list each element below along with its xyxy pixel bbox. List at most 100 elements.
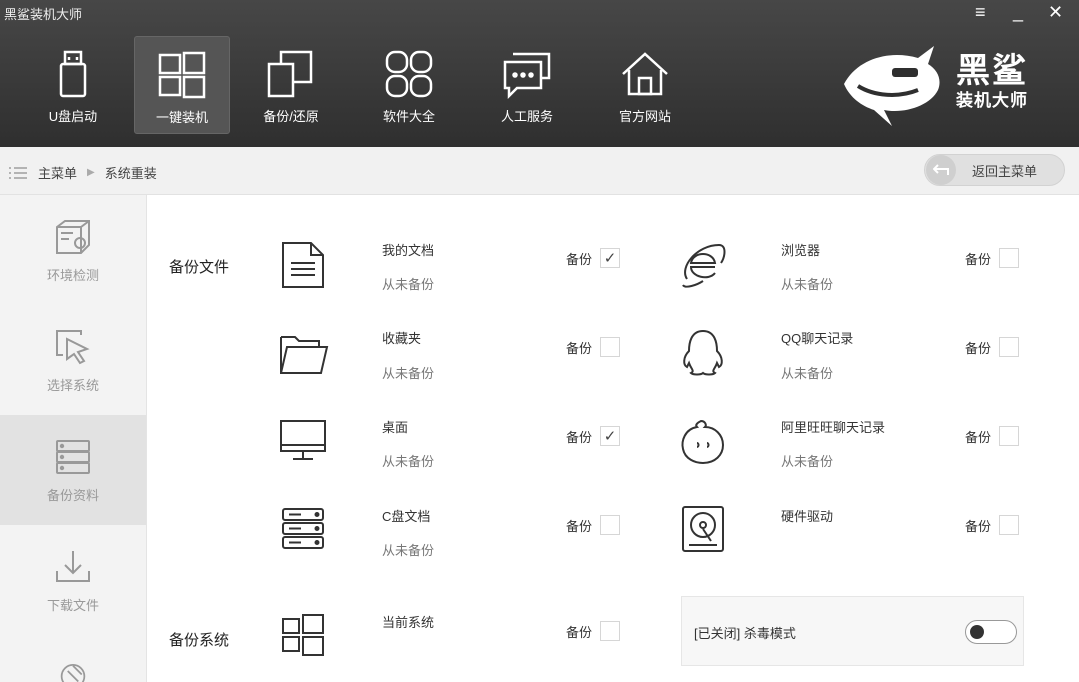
- backup-checkbox-desktop[interactable]: ✓: [600, 426, 621, 446]
- backup-label: 备份: [566, 624, 593, 640]
- home-icon: [622, 52, 668, 96]
- backup-option-favorites: 备份: [566, 337, 621, 357]
- item-status: 从未备份: [382, 366, 435, 381]
- item-name-my-documents: 我的文档: [382, 243, 435, 258]
- install-icon: [60, 664, 86, 682]
- backup-option-browser: 备份: [965, 248, 1020, 268]
- item-status: 从未备份: [781, 366, 834, 381]
- backup-checkbox-qq-chat[interactable]: [999, 337, 1020, 357]
- sidebar-item-select-system[interactable]: 选择系统: [0, 305, 146, 415]
- sidebar-item-install[interactable]: [0, 635, 146, 682]
- hard-disk-icon: [682, 506, 724, 552]
- nav-label: 备份/还原: [263, 109, 319, 124]
- sidebar-item-download-files[interactable]: 下载文件: [0, 525, 146, 635]
- backup-option-desktop: 备份 ✓: [566, 426, 621, 446]
- sidebar-label: 选择系统: [46, 378, 99, 393]
- shark-logo-icon: [844, 46, 940, 126]
- minimize-button[interactable]: _: [1013, 2, 1023, 23]
- server-stack-icon: [56, 440, 90, 474]
- backup-label: 备份: [965, 429, 992, 445]
- antivirus-mode-label: [已关闭] 杀毒模式: [694, 626, 796, 641]
- nav-label: 人工服务: [500, 109, 553, 124]
- back-button-label: 返回主菜单: [972, 163, 1038, 179]
- sidebar-item-environment-check[interactable]: 环境检测: [0, 195, 146, 305]
- item-name-qq-chat: QQ聊天记录: [781, 331, 854, 346]
- qq-penguin-icon: [683, 329, 723, 376]
- environment-check-icon: [56, 220, 90, 254]
- item-status: 从未备份: [382, 543, 435, 558]
- main-nav: U盘启动 一键装机 备份/还原 软件大全 人工服务 官方网站: [14, 36, 704, 134]
- backup-checkbox-current-system[interactable]: [600, 621, 621, 641]
- back-to-main-button[interactable]: 返回主菜单: [924, 154, 1065, 186]
- item-name-favorites: 收藏夹: [382, 331, 422, 346]
- nav-one-click-install[interactable]: 一键装机: [134, 36, 230, 134]
- backup-option-hardware-drivers: 备份: [965, 515, 1020, 535]
- top-header: 黑鲨装机大师 ≡ _ ✕ U盘启动 一键装机 备份/还原 软件大全 人工服务 官…: [0, 0, 1079, 147]
- backup-option-c-drive-docs: 备份: [566, 515, 621, 535]
- document-icon: [282, 242, 324, 288]
- item-name-browser: 浏览器: [781, 243, 821, 258]
- windows-icon: [282, 614, 324, 656]
- antivirus-mode-toggle[interactable]: [965, 620, 1017, 644]
- backup-label: 备份: [965, 340, 992, 356]
- item-status: 从未备份: [781, 277, 834, 292]
- nav-backup-restore[interactable]: 备份/还原: [232, 36, 350, 134]
- antivirus-mode-panel: [已关闭] 杀毒模式: [681, 596, 1024, 666]
- brand-text: 黑鲨 装机大师: [956, 52, 1028, 112]
- breadcrumb-current: 系统重装: [104, 166, 157, 181]
- backup-checkbox-c-drive-docs[interactable]: [600, 515, 621, 535]
- breadcrumb-arrow-icon: ▶: [87, 167, 95, 178]
- backup-label: 备份: [566, 340, 593, 356]
- brand-logo: 黑鲨 装机大师: [838, 40, 1048, 130]
- backup-checkbox-hardware-drivers[interactable]: [999, 515, 1020, 535]
- backup-checkbox-my-documents[interactable]: ✓: [600, 248, 621, 268]
- backup-checkbox-browser[interactable]: [999, 248, 1020, 268]
- aliwangwang-icon: [681, 419, 725, 465]
- apps-grid-icon: [385, 50, 433, 98]
- item-status: 从未备份: [781, 454, 834, 469]
- usb-drive-icon: [59, 50, 87, 98]
- folder-icon: [280, 336, 329, 374]
- nav-software[interactable]: 软件大全: [350, 36, 468, 134]
- backup-checkbox-aliwangwang-chat[interactable]: [999, 426, 1020, 446]
- item-name-c-drive-docs: C盘文档: [382, 509, 431, 524]
- backup-files-section-label: 备份文件: [169, 259, 230, 276]
- backup-option-qq-chat: 备份: [965, 337, 1020, 357]
- nav-usb-boot[interactable]: U盘启动: [14, 36, 132, 134]
- nav-support[interactable]: 人工服务: [468, 36, 586, 134]
- monitor-icon: [280, 420, 326, 460]
- brand-tagline: 装机大师: [956, 91, 1028, 110]
- breadcrumb-bar: 主菜单 ▶ 系统重装: [0, 147, 1079, 195]
- backup-label: 备份: [566, 429, 593, 445]
- nav-label: 官方网站: [618, 109, 671, 124]
- drive-stack-icon: [282, 508, 324, 549]
- sidebar-label: 备份资料: [46, 488, 99, 503]
- backup-restore-icon: [267, 50, 313, 98]
- close-button[interactable]: ✕: [1048, 2, 1063, 23]
- backup-label: 备份: [965, 518, 992, 534]
- menu-button[interactable]: ≡: [975, 2, 986, 23]
- download-icon: [56, 551, 90, 582]
- sidebar-label: 环境检测: [46, 268, 99, 283]
- toggle-knob: [970, 625, 984, 639]
- list-icon: [9, 166, 27, 179]
- item-status: 从未备份: [382, 277, 435, 292]
- back-arrow-icon: [926, 155, 956, 185]
- backup-label: 备份: [566, 518, 593, 534]
- app-title: 黑鲨装机大师: [4, 7, 83, 22]
- backup-label: 备份: [566, 251, 593, 267]
- chat-icon: [503, 52, 551, 100]
- nav-label: 软件大全: [382, 109, 435, 124]
- item-status: 从未备份: [382, 454, 435, 469]
- brand-name: 黑鲨: [956, 51, 1028, 91]
- item-name-desktop: 桌面: [382, 420, 409, 435]
- item-name-hardware-drivers: 硬件驱动: [781, 509, 834, 524]
- backup-option-current-system: 备份: [566, 621, 621, 641]
- nav-website[interactable]: 官方网站: [586, 36, 704, 134]
- cursor-select-icon: [56, 330, 90, 365]
- breadcrumb-home[interactable]: 主菜单: [38, 163, 77, 182]
- ie-browser-icon: [682, 243, 726, 288]
- nav-label: U盘启动: [48, 109, 98, 124]
- sidebar-item-backup-data[interactable]: 备份资料: [0, 415, 146, 525]
- backup-checkbox-favorites[interactable]: [600, 337, 621, 357]
